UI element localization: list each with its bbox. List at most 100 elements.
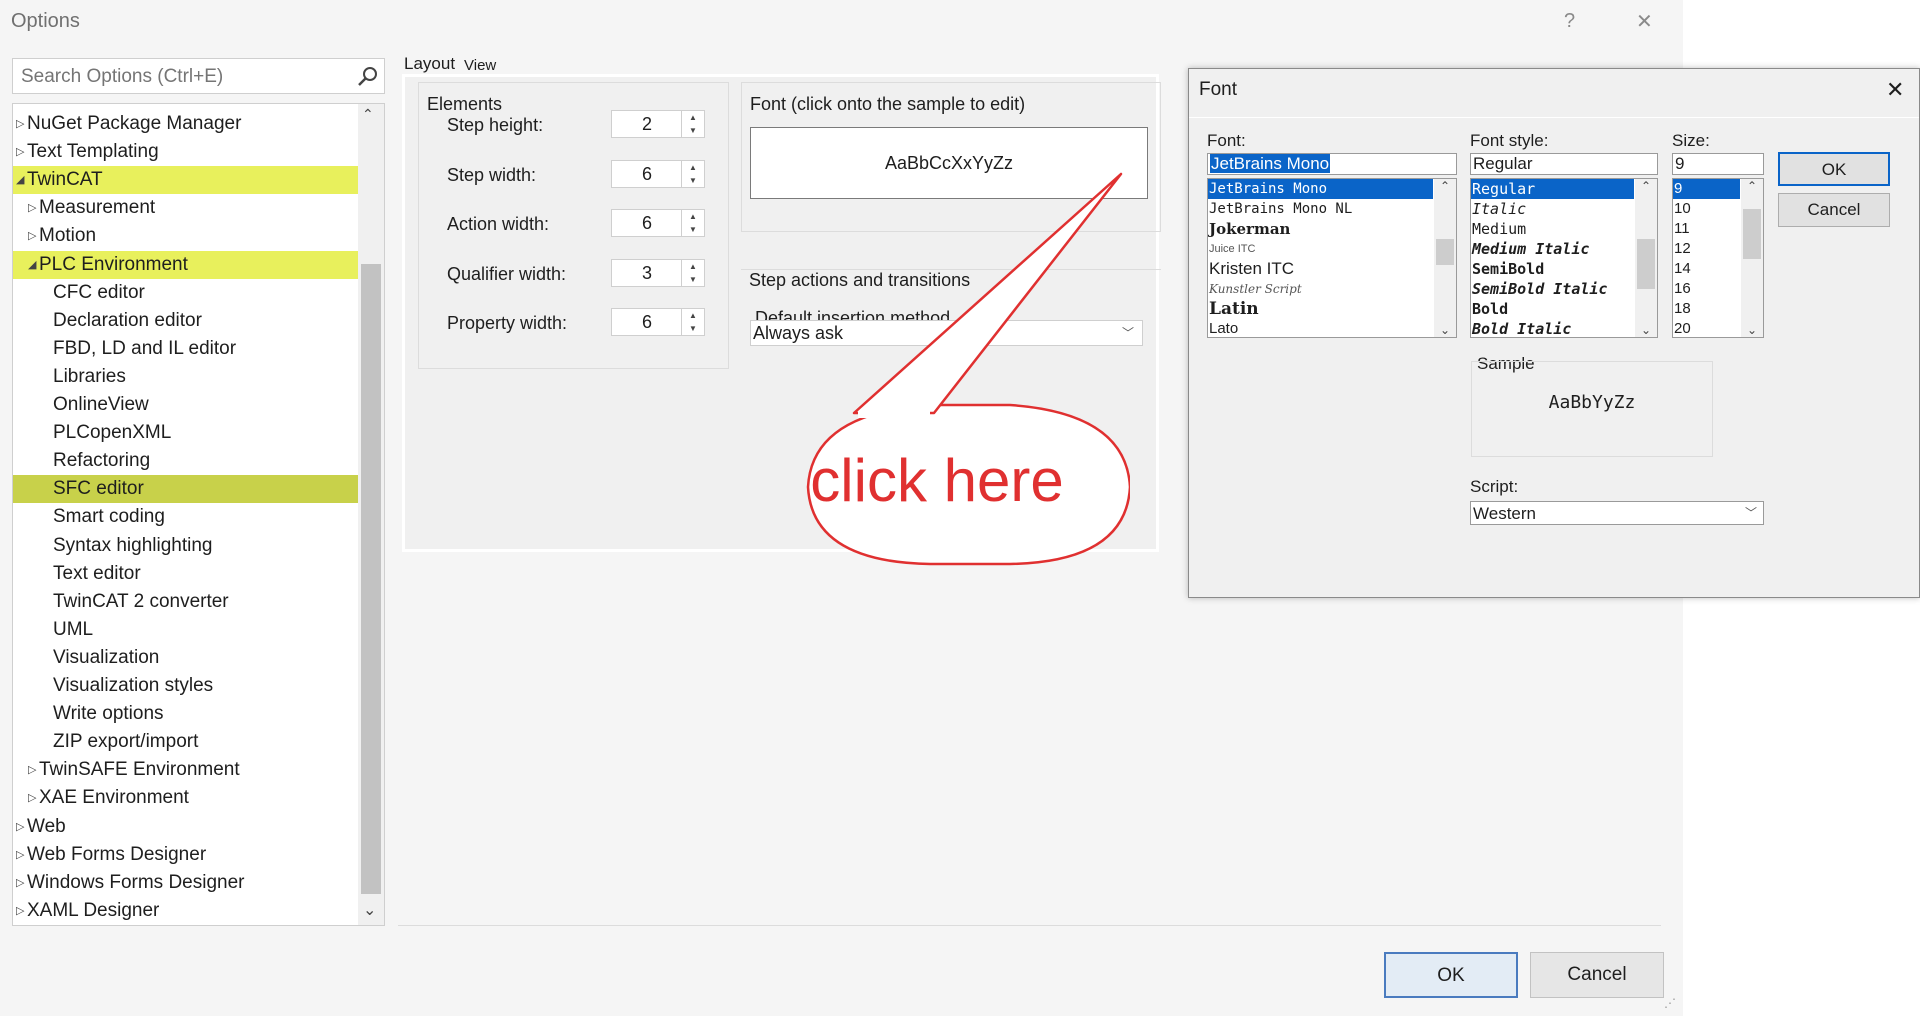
spin-value[interactable]: 6 xyxy=(612,210,682,237)
list-item[interactable]: 18 xyxy=(1673,299,1740,319)
tree-item[interactable]: ▷ Text Templating xyxy=(13,138,358,166)
font-ok-button[interactable]: OK xyxy=(1778,152,1890,186)
spin-value[interactable]: 3 xyxy=(612,260,682,287)
size-list-scrollbar[interactable]: ⌃ ⌄ xyxy=(1741,179,1763,337)
font-dialog-close-button[interactable]: ✕ xyxy=(1886,77,1904,103)
tree-item[interactable]: ZIP export/import xyxy=(13,728,358,756)
tree-item[interactable]: Refactoring xyxy=(13,447,358,475)
spin-input[interactable]: 3 ▲ ▼ xyxy=(611,258,705,287)
font-size-list[interactable]: ⌃ ⌄ 9 10 11 12 14 16 18 20 xyxy=(1672,178,1764,338)
tree-item[interactable]: ◢ TwinCAT xyxy=(13,166,358,195)
tree-item[interactable]: Smart coding xyxy=(13,503,358,531)
scroll-down-icon[interactable]: ⌄ xyxy=(1635,323,1657,337)
tree-item[interactable]: SFC editor xyxy=(13,475,358,504)
spin-value[interactable]: 6 xyxy=(612,309,682,336)
list-item[interactable]: 12 xyxy=(1673,239,1740,259)
tree-item[interactable]: FBD, LD and IL editor xyxy=(13,335,358,363)
font-list-scrollbar[interactable]: ⌃ ⌄ xyxy=(1434,179,1456,337)
list-item[interactable]: JetBrains Mono xyxy=(1208,179,1433,199)
scrollbar-thumb[interactable] xyxy=(1743,209,1761,259)
scroll-up-icon[interactable]: ⌃ xyxy=(1434,179,1456,193)
cancel-button[interactable]: Cancel xyxy=(1530,952,1664,998)
scroll-down-icon[interactable]: ⌄ xyxy=(1741,323,1763,337)
list-item[interactable]: Bold xyxy=(1471,299,1634,319)
list-item[interactable]: 16 xyxy=(1673,279,1740,299)
spin-up-icon[interactable]: ▲ xyxy=(682,260,704,273)
tree-item[interactable]: Syntax highlighting xyxy=(13,532,358,560)
list-item[interactable]: Latin xyxy=(1208,299,1433,319)
search-icon[interactable] xyxy=(357,66,379,88)
tree-item[interactable]: Libraries xyxy=(13,363,358,391)
tree-item[interactable]: Write options xyxy=(13,700,358,728)
tree-item[interactable]: ▷ Windows Forms Designer xyxy=(13,869,358,897)
spin-down-icon[interactable]: ▼ xyxy=(682,124,704,137)
font-name-list[interactable]: ⌃ ⌄ JetBrains Mono JetBrains Mono NL Joker… xyxy=(1207,178,1457,338)
scroll-up-icon[interactable]: ⌃ xyxy=(1741,179,1763,193)
resize-grip-icon[interactable]: ⋰ xyxy=(1664,996,1676,1010)
help-button[interactable]: ? xyxy=(1564,10,1575,33)
list-item[interactable]: Italic xyxy=(1471,199,1634,219)
list-item[interactable]: 14 xyxy=(1673,259,1740,279)
tree-item[interactable]: ◢ PLC Environment xyxy=(13,250,358,279)
list-item[interactable]: Medium xyxy=(1471,219,1634,239)
list-item[interactable]: Medium Italic xyxy=(1471,239,1634,259)
close-button[interactable]: ✕ xyxy=(1636,9,1653,34)
scrollbar-thumb[interactable] xyxy=(361,264,381,894)
list-item[interactable]: SemiBold xyxy=(1471,259,1634,279)
font-style-list[interactable]: ⌃ ⌄ Regular Italic Medium Medium Italic Semi… xyxy=(1470,178,1658,338)
search-input[interactable] xyxy=(19,63,343,91)
scroll-down-icon[interactable]: ⌄ xyxy=(363,900,376,920)
tree-scrollbar[interactable]: ⌃ ⌄ xyxy=(358,104,384,925)
list-item[interactable]: Juice ITC xyxy=(1208,239,1433,259)
font-style-input[interactable]: Regular xyxy=(1470,153,1658,175)
scrollbar-thumb[interactable] xyxy=(1637,239,1655,289)
scroll-up-icon[interactable]: ⌃ xyxy=(1635,179,1657,193)
spin-up-icon[interactable]: ▲ xyxy=(682,210,704,223)
style-list-scrollbar[interactable]: ⌃ ⌄ xyxy=(1635,179,1657,337)
tree-item[interactable]: ▷ XAE Environment xyxy=(13,784,358,812)
tree-item[interactable]: PLCopenXML xyxy=(13,419,358,447)
font-name-input[interactable]: JetBrains Mono xyxy=(1207,153,1457,175)
tree-item[interactable]: ▷ NuGet Package Manager xyxy=(13,110,358,138)
tree-item[interactable]: ▷ Motion xyxy=(13,222,358,250)
tree-item[interactable]: Declaration editor xyxy=(13,307,358,335)
tree-item[interactable]: TwinCAT 2 converter xyxy=(13,588,358,616)
list-item[interactable]: Kristen ITC xyxy=(1208,259,1433,279)
tree-item[interactable]: Visualization styles xyxy=(13,672,358,700)
tree-item[interactable]: ▷ XAML Designer xyxy=(13,897,358,925)
tree-item[interactable]: ▷ Web xyxy=(13,813,358,841)
spin-up-icon[interactable]: ▲ xyxy=(682,309,704,322)
list-item[interactable]: Kunstler Script xyxy=(1208,279,1433,299)
scroll-up-icon[interactable]: ⌃ xyxy=(362,106,374,123)
tree-item[interactable]: ▷ TwinSAFE Environment xyxy=(13,756,358,784)
spin-up-icon[interactable]: ▲ xyxy=(682,111,704,124)
spin-value[interactable]: 6 xyxy=(612,161,682,188)
tree-item[interactable]: Text editor xyxy=(13,560,358,588)
ok-button[interactable]: OK xyxy=(1384,952,1518,998)
list-item[interactable]: JetBrains Mono NL xyxy=(1208,199,1433,219)
list-item[interactable]: 9 xyxy=(1673,179,1740,199)
font-size-input[interactable]: 9 xyxy=(1672,153,1764,175)
tree-item[interactable]: ▷ Measurement xyxy=(13,194,358,222)
tree-item[interactable]: UML xyxy=(13,616,358,644)
tree-item[interactable]: Visualization xyxy=(13,644,358,672)
spin-down-icon[interactable]: ▼ xyxy=(682,174,704,187)
scrollbar-thumb[interactable] xyxy=(1436,239,1454,265)
spin-up-icon[interactable]: ▲ xyxy=(682,161,704,174)
list-item[interactable]: 20 xyxy=(1673,319,1740,337)
list-item[interactable]: Bold Italic xyxy=(1471,319,1634,337)
list-item[interactable]: Jokerman xyxy=(1208,219,1433,239)
scroll-down-icon[interactable]: ⌄ xyxy=(1434,323,1456,337)
font-cancel-button[interactable]: Cancel xyxy=(1778,193,1890,227)
list-item[interactable]: 11 xyxy=(1673,219,1740,239)
spin-input[interactable]: 6 ▲ ▼ xyxy=(611,308,705,336)
spin-value[interactable]: 2 xyxy=(612,111,682,138)
list-item[interactable]: 10 xyxy=(1673,199,1740,219)
list-item[interactable]: Lato xyxy=(1208,319,1433,337)
list-item[interactable]: SemiBold Italic xyxy=(1471,279,1634,299)
spin-down-icon[interactable]: ▼ xyxy=(682,273,704,286)
spin-down-icon[interactable]: ▼ xyxy=(682,223,704,236)
spin-input[interactable]: 6 ▲ ▼ xyxy=(611,159,705,188)
tree-item[interactable]: ▷ Web Forms Designer xyxy=(13,841,358,869)
tree-item[interactable]: CFC editor xyxy=(13,279,358,307)
